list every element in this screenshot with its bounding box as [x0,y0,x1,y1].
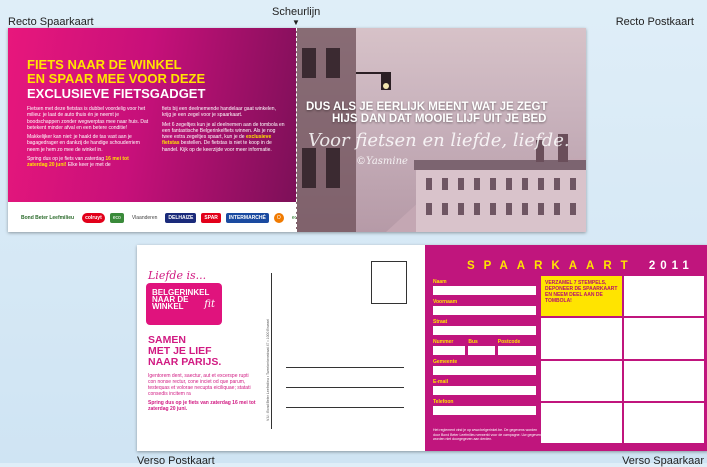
sponsor-logos: Bond Beter Leefmilieu colruyt eco Vlaand… [18,213,296,223]
orange-circle-logo: O [273,213,284,223]
field-label-gemeente: Gemeente [433,359,458,365]
photo-quote: DUS ALS JE EERLIJK MEENT WAT JE ZEGT HIJ… [306,101,578,125]
field-label-email: E-mail [433,379,449,385]
tear-line [296,28,297,232]
postcard-divider [271,273,272,429]
stamp-cell [623,402,704,443]
field-label-bus: Bus [468,339,478,345]
publisher-line: V.U.: Bond Beter Leefmilieu • Tweekerken… [266,318,270,421]
text-column-2: fiets bij een deelnemende handelaar gaat… [162,106,285,156]
label-verso-spaarkaart: Verso Spaarkaar [622,455,704,467]
headline-line-1: FIETS NAAR DE WINKEL [27,57,182,72]
paragraph: Fietsen met deze fietstas is dubbel voor… [27,106,149,131]
paragraph: Makkelijker kan niet: je haakt de tas va… [27,134,140,153]
stamp-cell [623,276,704,317]
paragraph: fiets bij een deelnemende handelaar gaat… [162,106,276,119]
recto-postkaart-photo: DUS ALS JE EERLIJK MEENT WAT JE ZEGT HIJ… [296,28,586,232]
email-field[interactable] [433,386,536,395]
voornaam-field[interactable] [433,306,536,315]
delhaize-logo: DELHAIZE [165,213,197,223]
label-scheurlijn: Scheurlijn [272,6,321,18]
headline-line-2: EN SPAAR MEE VOOR DEZE [27,71,206,86]
badge-fit: fit [204,299,215,310]
signature: ©Yasmine [356,156,408,167]
postcard-body: Igentorem dent, saectur, aut et excerspe… [148,373,256,412]
bus-field[interactable] [468,346,495,355]
spaarkaart-title: SPAARKAART 2011 [467,260,694,272]
address-line [286,407,404,408]
field-label-postcode: Postcode [497,339,521,345]
text-column-1: Fietsen met deze fietstas is dubbel voor… [27,106,150,172]
address-line [286,387,404,388]
stamp-cell [541,360,622,401]
verso-postkaart-panel: Liefde is... BELGERINKEL NAAR DE WINKEL … [137,245,425,451]
quote-line-2: HIJS DAN DAT MOOIE LIJF UIT JE BED [332,113,547,125]
stamp-cell [623,318,704,359]
script-caption: Voor fietsen en liefde, liefde. [308,130,570,151]
straat-field[interactable] [433,326,536,335]
stamp-cell [541,402,622,443]
spar-logo: SPAR [201,213,221,223]
postcode-group: Postcode [497,339,536,359]
stamp-instruction-cell: VERZAMEL 7 STEMPELS, DEPONEER DE SPAARKA… [541,276,622,317]
highlight-text: exclusieve fietstas [162,134,272,147]
recto-card: FIETS NAAR DE WINKEL EN SPAAR MEE VOOR D… [8,28,586,232]
colruyt-logo: colruyt [82,213,105,223]
body-text: Igentorem dent, saectur, aut et excerspe… [148,373,251,397]
field-label-straat: Straat [433,319,448,325]
vlaanderen-logo: Vlaanderen [131,215,158,221]
liefde-script: Liefde is... [148,269,207,282]
verso-card: Liefde is... BELGERINKEL NAAR DE WINKEL … [137,245,707,451]
ecolabel-logo: ecolabel [291,215,296,221]
field-label-naam: Naam [433,279,447,285]
samen-headline: SAMEN MET JE LIEF NAAR PARIJS. [148,335,221,368]
arrow-down-icon: ▼ [292,18,300,27]
spaarkaart-title-text: SPAARKAART [467,260,637,272]
eco-logo: eco [109,213,124,223]
spaarkaart-year: 2011 [648,260,694,272]
bus-group: Bus [468,339,495,359]
naam-field[interactable] [433,286,536,295]
field-label-voornaam: Voornaam [433,299,458,305]
spring-text: Spring dus op je fiets van zaterdag 16 m… [148,400,256,412]
quote-line-1: DUS ALS JE EERLIJK MEENT WAT JE ZEGT [306,101,548,113]
intermarche-logo: INTERMARCHÉ [225,213,269,223]
fine-print: Het reglement vind je op www.belgerinkel… [433,428,543,441]
belgerinkel-badge: BELGERINKEL NAAR DE WINKEL fit [146,283,222,325]
address-line [286,367,404,368]
field-label-nummer: Nummer [433,339,454,345]
label-verso-postkaart: Verso Postkaart [137,455,215,467]
paragraph: Spring dus op je fiets van zaterdag 16 m… [27,156,129,169]
highlight-text: 16 mei tot zaterdag 20 juni! [27,156,129,169]
label-recto-spaarkaart: Recto Spaarkaart [8,16,94,28]
nummer-group: Nummer [433,339,466,359]
stamp-cell [623,360,704,401]
samen-line: NAAR PARIJS. [148,356,222,368]
field-label-telefoon: Telefoon [433,399,454,405]
paragraph: Met 6 zegeltjes kun je al deelnemen aan … [162,121,285,153]
headline-line-3: EXCLUSIEVE FIETSGADGET [27,86,206,101]
headline: FIETS NAAR DE WINKEL EN SPAAR MEE VOOR D… [27,57,296,102]
telefoon-field[interactable] [433,406,536,415]
bond-beter-leefmilieu-logo: Bond Beter Leefmilieu [21,215,75,221]
verso-spaarkaart-panel: SPAARKAART 2011 Naam Voornaam Straat Num… [425,245,707,451]
number-row: Nummer Bus Postcode [433,339,536,359]
stamp-cell [541,318,622,359]
postcode-field[interactable] [497,346,536,355]
spaarkaart-form: Naam Voornaam Straat Nummer Bus Postcode [433,279,536,419]
gemeente-field[interactable] [433,366,536,375]
label-recto-postkaart: Recto Postkaart [615,16,694,28]
recto-spaarkaart-panel: FIETS NAAR DE WINKEL EN SPAAR MEE VOOR D… [8,28,296,232]
stamp-grid: VERZAMEL 7 STEMPELS, DEPONEER DE SPAARKA… [541,276,704,443]
stamp-box [371,261,407,304]
nummer-field[interactable] [433,346,466,355]
